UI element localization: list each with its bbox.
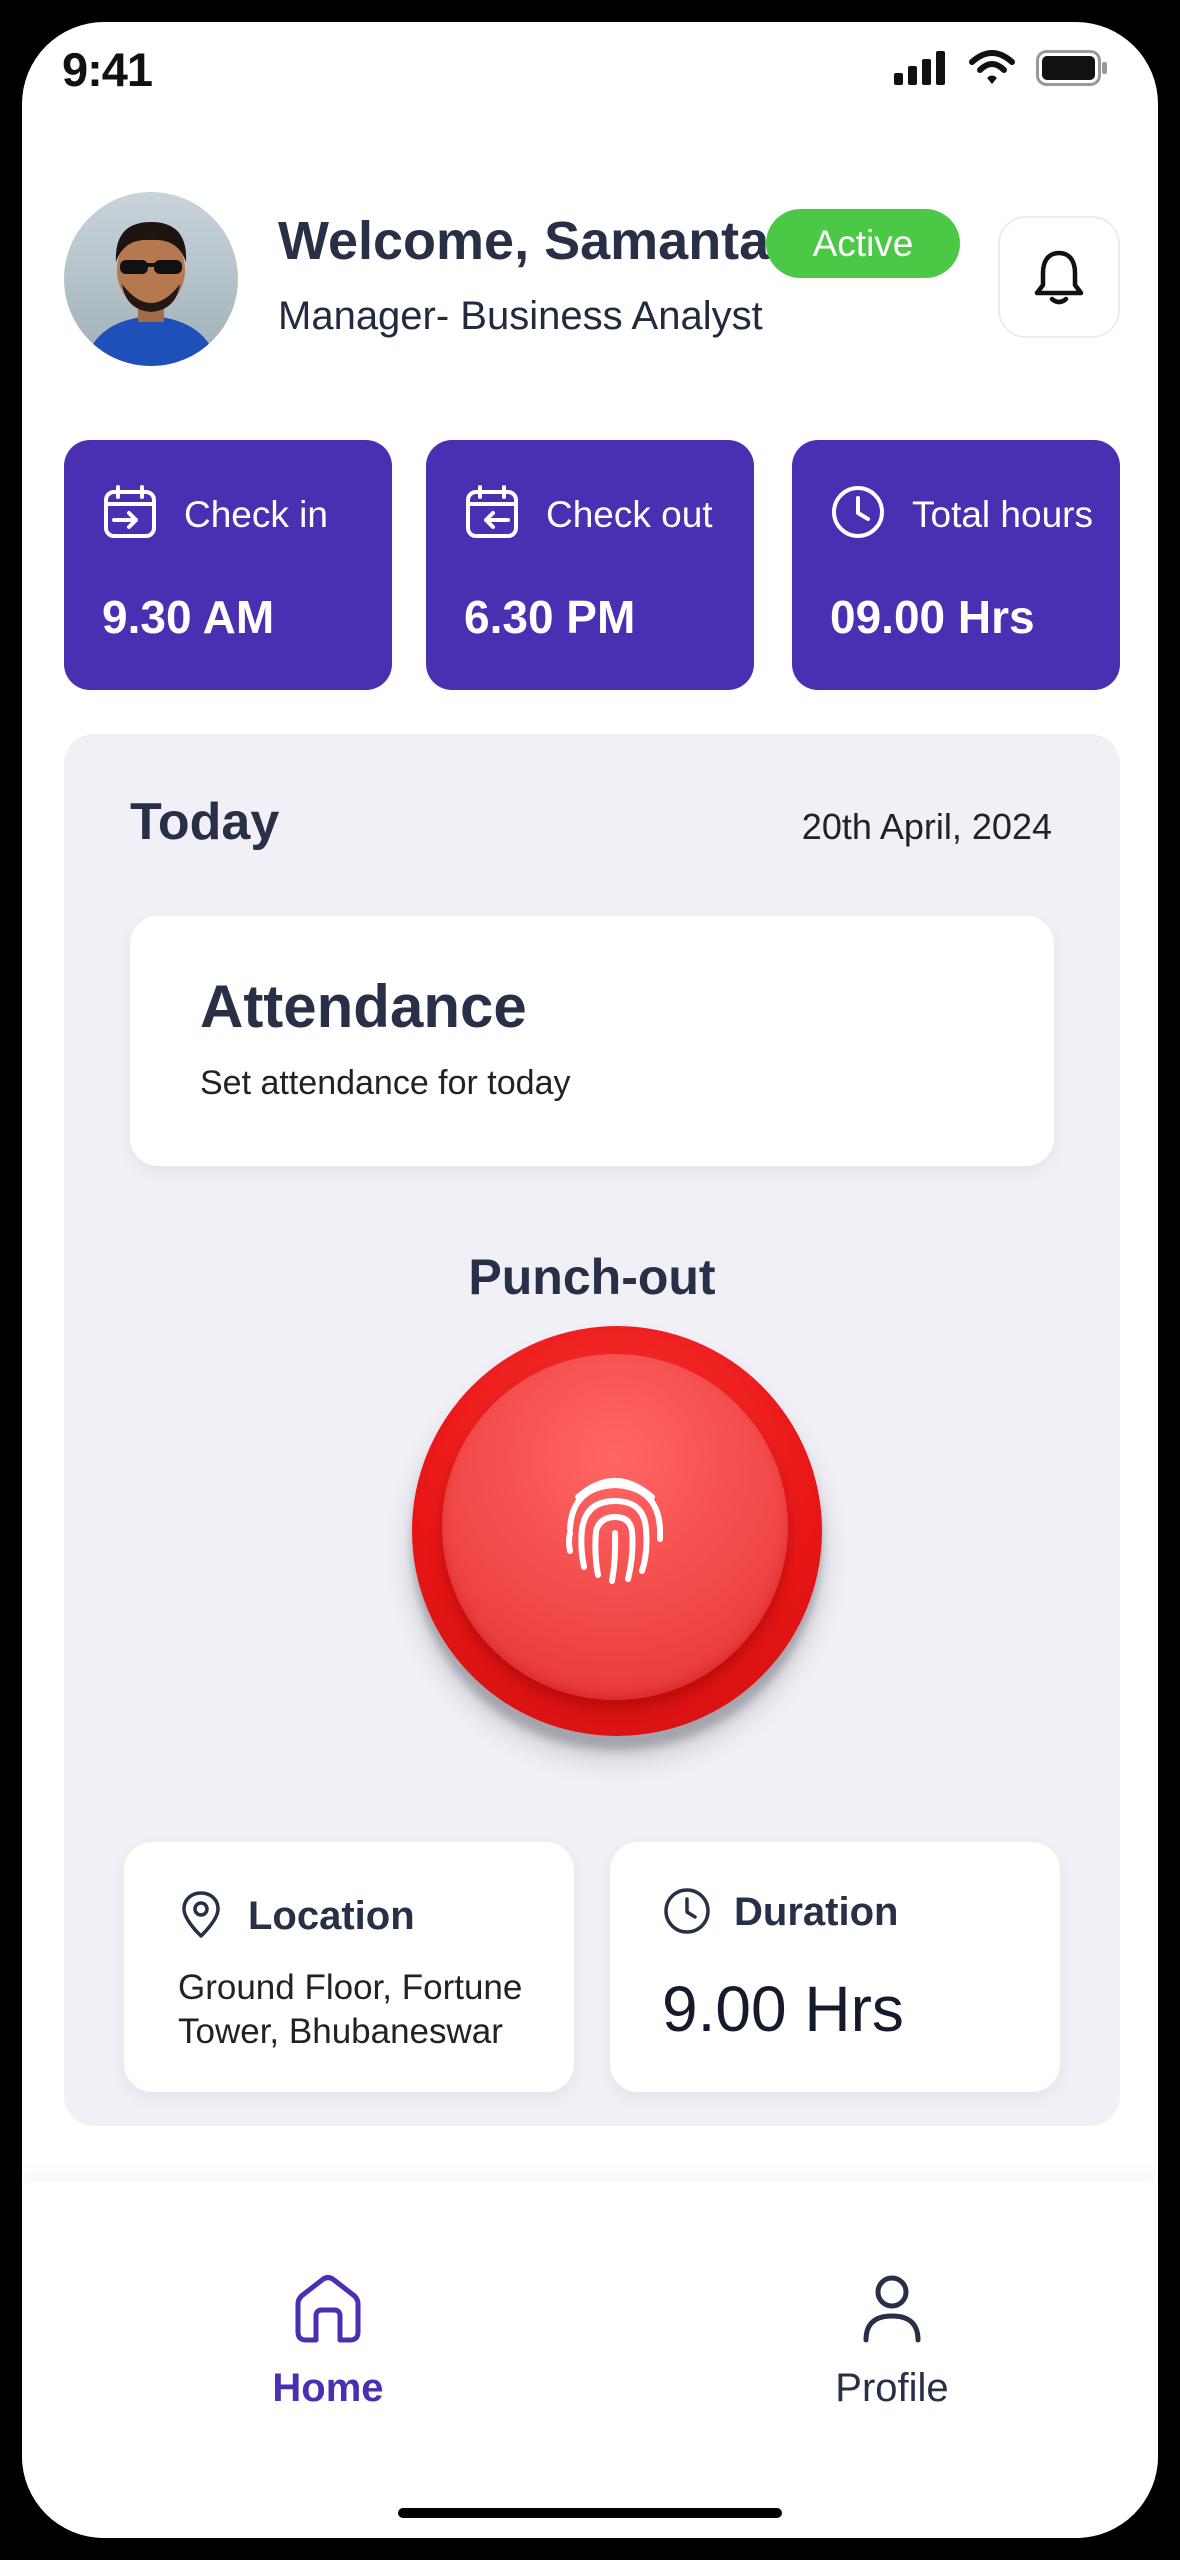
calendar-checkin-icon [104,485,156,538]
location-text: Ground Floor, Fortune Tower, Bhubaneswar [178,1968,523,2051]
today-panel: Today 20th April, 2024 Attendance Set at… [64,734,1120,2126]
total-hours-value: 09.00 Hrs [830,591,1035,643]
welcome-title: Welcome, Samanta [278,211,770,271]
checkout-card[interactable]: Check out 6.30 PM [426,440,754,690]
nav-home[interactable]: Home [198,2270,458,2411]
today-title: Today [130,793,280,851]
fingerprint-icon [566,1478,663,1584]
checkin-card[interactable]: Check in 9.30 AM [64,440,392,690]
clock-icon [832,486,884,538]
signal-icon [894,51,945,85]
punch-button-face [442,1354,788,1700]
status-badge: Active [766,209,960,278]
battery-icon [1036,50,1107,86]
app-screen: 9:41 Welcome, Samanta Active Manager- Bu… [22,22,1158,2538]
nav-profile-label: Profile [835,2366,949,2410]
location-card[interactable]: Location Ground Floor, Fortune Tower, Bh… [124,1842,574,2092]
location-title: Location [248,1894,415,1938]
nav-home-label: Home [272,2366,384,2410]
attendance-title: Attendance [200,973,527,1040]
bottom-nav: Home Profile [22,2182,1158,2538]
attendance-card[interactable]: Attendance Set attendance for today [130,916,1054,1166]
profile-icon [863,2275,921,2343]
clock-icon [664,1888,710,1934]
user-role: Manager- Business Analyst [278,294,763,338]
duration-card[interactable]: Duration 9.00 Hrs [610,1842,1060,2092]
punch-out-button[interactable] [412,1326,822,1736]
home-icon [295,2275,361,2343]
total-hours-label: Total hours [912,494,1093,535]
status-time: 9:41 [62,43,153,96]
wifi-icon [969,50,1015,84]
avatar[interactable] [64,192,238,366]
phone-frame: 9:41 Welcome, Samanta Active Manager- Bu… [0,0,1180,2560]
duration-title: Duration [734,1890,899,1934]
avatar-photo [64,192,238,366]
punch-label: Punch-out [468,1249,716,1305]
total-hours-card[interactable]: Total hours 09.00 Hrs [792,440,1120,690]
notifications-button[interactable] [998,216,1120,338]
checkout-label: Check out [546,494,713,535]
bell-icon [1034,250,1084,305]
nav-profile[interactable]: Profile [762,2270,1022,2411]
home-indicator [398,2508,782,2518]
location-pin-icon [182,1891,220,1938]
checkin-label: Check in [184,494,328,535]
checkin-value: 9.30 AM [102,591,275,643]
attendance-subtitle: Set attendance for today [200,1064,571,1102]
duration-value: 9.00 Hrs [662,1973,904,2045]
checkout-value: 6.30 PM [464,591,636,643]
today-date: 20th April, 2024 [801,806,1052,847]
calendar-checkout-icon [466,485,518,538]
status-icons [894,50,1108,86]
